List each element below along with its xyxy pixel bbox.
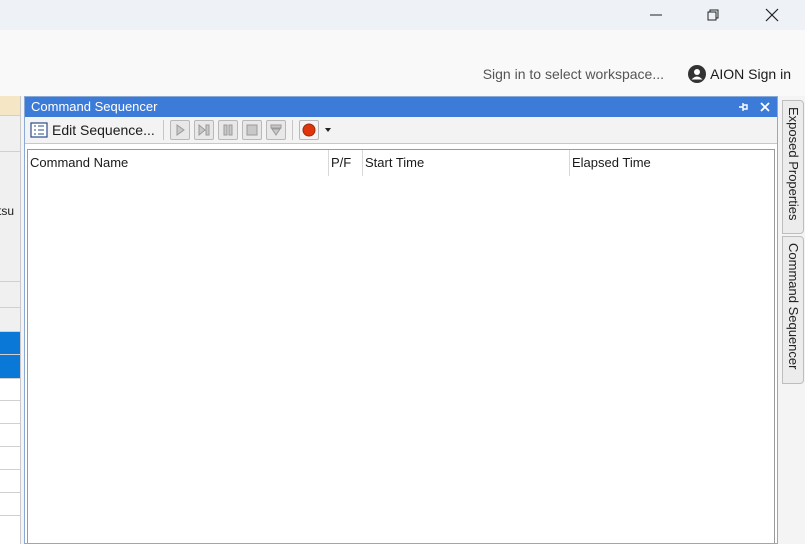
close-icon bbox=[765, 8, 779, 22]
step-icon bbox=[198, 124, 210, 136]
column-header-command-name[interactable]: Command Name bbox=[28, 150, 328, 176]
grid-header: Command Name P/F Start Time Elapsed Time bbox=[28, 150, 774, 176]
sequencer-toolbar: Edit Sequence... bbox=[25, 117, 777, 144]
step-button[interactable] bbox=[193, 120, 214, 140]
record-button[interactable] bbox=[298, 120, 319, 140]
panel-title-bar: Command Sequencer bbox=[25, 97, 777, 117]
pause-button[interactable] bbox=[217, 120, 238, 140]
left-panel-row[interactable] bbox=[0, 470, 20, 493]
command-sequencer-panel: Command Sequencer Edit Sequence... Comma… bbox=[24, 96, 778, 544]
window-titlebar bbox=[0, 0, 805, 30]
tab-exposed-properties-label: Exposed Properties bbox=[786, 107, 801, 221]
left-panel-row[interactable] bbox=[0, 516, 20, 544]
left-panel-cell-text: tsu bbox=[0, 204, 15, 218]
left-panel-row[interactable] bbox=[0, 424, 20, 447]
record-dropdown-arrow[interactable] bbox=[323, 120, 333, 140]
left-panel-row-selected[interactable] bbox=[0, 355, 20, 379]
edit-sequence-icon bbox=[30, 122, 48, 138]
left-panel-row[interactable] bbox=[0, 308, 20, 332]
minimize-button[interactable] bbox=[633, 0, 679, 30]
restore-icon bbox=[707, 9, 719, 21]
pin-icon[interactable] bbox=[737, 97, 749, 117]
tab-command-sequencer[interactable]: Command Sequencer bbox=[782, 236, 804, 384]
workspace-signin-link[interactable]: Sign in to select workspace... bbox=[483, 66, 664, 82]
toolbar-separator bbox=[162, 120, 164, 140]
minimize-icon bbox=[650, 14, 662, 16]
chevron-down-icon bbox=[324, 128, 331, 132]
left-panel-row[interactable] bbox=[0, 379, 20, 401]
left-panel-partial: tsu bbox=[0, 96, 21, 544]
play-icon bbox=[176, 124, 185, 136]
left-panel-row[interactable] bbox=[0, 447, 20, 470]
column-header-start-time[interactable]: Start Time bbox=[362, 150, 569, 176]
panel-title: Command Sequencer bbox=[31, 99, 158, 114]
aion-signin-label: AION Sign in bbox=[710, 66, 791, 82]
record-icon bbox=[302, 123, 316, 137]
aion-signin-button[interactable]: AION Sign in bbox=[688, 65, 791, 83]
pause-icon bbox=[223, 124, 233, 136]
restore-button[interactable] bbox=[690, 0, 736, 30]
left-panel-row: tsu bbox=[0, 152, 20, 282]
stop-button[interactable] bbox=[241, 120, 262, 140]
tab-exposed-properties[interactable]: Exposed Properties bbox=[782, 100, 804, 234]
app-header: Sign in to select workspace... AION Sign… bbox=[0, 30, 805, 96]
user-avatar-icon bbox=[688, 65, 707, 83]
left-panel-row bbox=[0, 116, 20, 152]
skip-down-icon bbox=[270, 124, 282, 136]
tab-command-sequencer-label: Command Sequencer bbox=[786, 243, 801, 370]
left-panel-row-selected[interactable] bbox=[0, 332, 20, 355]
stop-icon bbox=[246, 124, 258, 136]
left-panel-row[interactable] bbox=[0, 401, 20, 424]
column-header-pf[interactable]: P/F bbox=[328, 150, 362, 176]
left-panel-header bbox=[0, 96, 20, 116]
panel-close-icon[interactable] bbox=[759, 97, 771, 117]
close-button[interactable] bbox=[749, 0, 795, 30]
command-grid[interactable]: Command Name P/F Start Time Elapsed Time bbox=[27, 149, 775, 543]
edit-sequence-button[interactable]: Edit Sequence... bbox=[28, 122, 157, 138]
play-button[interactable] bbox=[169, 120, 190, 140]
edit-sequence-label: Edit Sequence... bbox=[52, 122, 155, 138]
left-panel-row[interactable] bbox=[0, 493, 20, 516]
skip-button[interactable] bbox=[265, 120, 286, 140]
left-panel-row[interactable] bbox=[0, 282, 20, 308]
toolbar-separator bbox=[291, 120, 293, 140]
column-header-elapsed-time[interactable]: Elapsed Time bbox=[569, 150, 769, 176]
